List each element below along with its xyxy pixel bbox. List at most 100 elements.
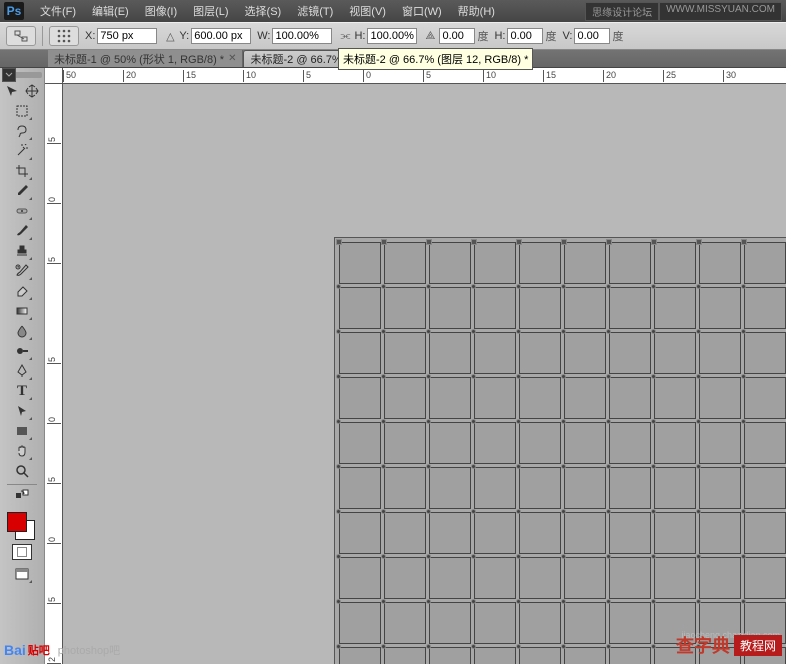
anchor-point[interactable] [651, 554, 656, 559]
foreground-color[interactable] [7, 512, 27, 532]
h-input[interactable] [367, 28, 417, 44]
anchor-point[interactable] [381, 554, 386, 559]
history-brush-tool-icon[interactable] [11, 261, 33, 281]
anchor-point[interactable] [516, 329, 521, 334]
anchor-point[interactable] [336, 554, 341, 559]
anchor-point[interactable] [471, 554, 476, 559]
anchor-point[interactable] [426, 554, 431, 559]
vskew-input[interactable] [574, 28, 610, 44]
grid-cell[interactable] [339, 377, 381, 419]
grid-cell[interactable] [339, 332, 381, 374]
grid-cell[interactable] [699, 422, 741, 464]
w-input[interactable] [272, 28, 332, 44]
anchor-point[interactable] [741, 374, 746, 379]
anchor-point[interactable] [696, 554, 701, 559]
anchor-point[interactable] [336, 419, 341, 424]
grid-cell[interactable] [339, 242, 381, 284]
grid-cell[interactable] [384, 557, 426, 599]
standard-mode-icon[interactable] [12, 544, 32, 560]
anchor-point[interactable] [651, 419, 656, 424]
grid-cell[interactable] [474, 422, 516, 464]
grid-cell[interactable] [474, 377, 516, 419]
angle-input[interactable] [439, 28, 475, 44]
grid-cell[interactable] [339, 602, 381, 644]
anchor-point[interactable] [426, 599, 431, 604]
grid-cell[interactable] [429, 602, 471, 644]
grid-cell[interactable] [564, 467, 606, 509]
gradient-tool-icon[interactable] [11, 301, 33, 321]
anchor-point[interactable] [516, 284, 521, 289]
anchor-point[interactable] [606, 509, 611, 514]
reference-point-icon[interactable] [49, 26, 79, 46]
grid-cell[interactable] [474, 467, 516, 509]
anchor-point[interactable] [426, 464, 431, 469]
anchor-point[interactable] [651, 644, 656, 649]
anchor-point[interactable] [426, 644, 431, 649]
transform-handle[interactable] [426, 239, 432, 245]
eraser-tool-icon[interactable] [11, 281, 33, 301]
grid-cell[interactable] [429, 332, 471, 374]
grid-cell[interactable] [564, 602, 606, 644]
grid-cell[interactable] [519, 332, 561, 374]
grid-cell[interactable] [519, 467, 561, 509]
crop-tool-icon[interactable] [11, 161, 33, 181]
anchor-point[interactable] [561, 464, 566, 469]
anchor-point[interactable] [741, 329, 746, 334]
anchor-point[interactable] [651, 374, 656, 379]
grid-cell[interactable] [654, 467, 696, 509]
anchor-point[interactable] [606, 599, 611, 604]
hand-tool-icon[interactable] [11, 441, 33, 461]
grid-cell[interactable] [744, 467, 786, 509]
grid-cell[interactable] [609, 377, 651, 419]
grid-cell[interactable] [564, 512, 606, 554]
dodge-tool-icon[interactable] [11, 341, 33, 361]
grid-cell[interactable] [474, 557, 516, 599]
anchor-point[interactable] [606, 644, 611, 649]
move-tool-icon[interactable] [2, 81, 22, 101]
menu-file[interactable]: 文件(F) [32, 0, 84, 22]
grid-cell[interactable] [744, 422, 786, 464]
grid-cell[interactable] [474, 512, 516, 554]
grid-cell[interactable] [519, 647, 561, 664]
grid-cell[interactable] [474, 242, 516, 284]
grid-cell[interactable] [384, 332, 426, 374]
anchor-point[interactable] [381, 284, 386, 289]
anchor-point[interactable] [561, 554, 566, 559]
transform-handle[interactable] [696, 239, 702, 245]
zoom-tool-icon[interactable] [11, 461, 33, 481]
grid-cell[interactable] [654, 377, 696, 419]
anchor-point[interactable] [336, 329, 341, 334]
grid-cell[interactable] [474, 332, 516, 374]
link-icon[interactable]: ⫘ [338, 30, 352, 43]
anchor-point[interactable] [741, 419, 746, 424]
menu-edit[interactable]: 编辑(E) [84, 0, 137, 22]
anchor-point[interactable] [696, 374, 701, 379]
grid-cell[interactable] [699, 242, 741, 284]
grid-cell[interactable] [654, 242, 696, 284]
swap-colors-icon[interactable] [11, 488, 33, 500]
grid-cell[interactable] [744, 557, 786, 599]
anchor-point[interactable] [561, 599, 566, 604]
y-input[interactable] [191, 28, 251, 44]
horizontal-ruler[interactable]: 502015105051015202530 [63, 68, 786, 84]
marquee-tool-icon[interactable] [11, 101, 33, 121]
grid-cell[interactable] [564, 377, 606, 419]
grid-cell[interactable] [609, 512, 651, 554]
anchor-point[interactable] [471, 644, 476, 649]
grid-cell[interactable] [564, 287, 606, 329]
grid-cell[interactable] [384, 287, 426, 329]
grid-cell[interactable] [744, 512, 786, 554]
grid-cell[interactable] [339, 422, 381, 464]
anchor-point[interactable] [741, 554, 746, 559]
artboard-tool-icon[interactable] [22, 81, 42, 101]
grid-cell[interactable] [744, 242, 786, 284]
grid-cell[interactable] [519, 242, 561, 284]
grid-cell[interactable] [384, 467, 426, 509]
anchor-point[interactable] [606, 554, 611, 559]
anchor-point[interactable] [741, 464, 746, 469]
anchor-point[interactable] [696, 329, 701, 334]
grid-cell[interactable] [609, 647, 651, 664]
anchor-point[interactable] [336, 644, 341, 649]
anchor-point[interactable] [516, 374, 521, 379]
pen-tool-icon[interactable] [11, 361, 33, 381]
